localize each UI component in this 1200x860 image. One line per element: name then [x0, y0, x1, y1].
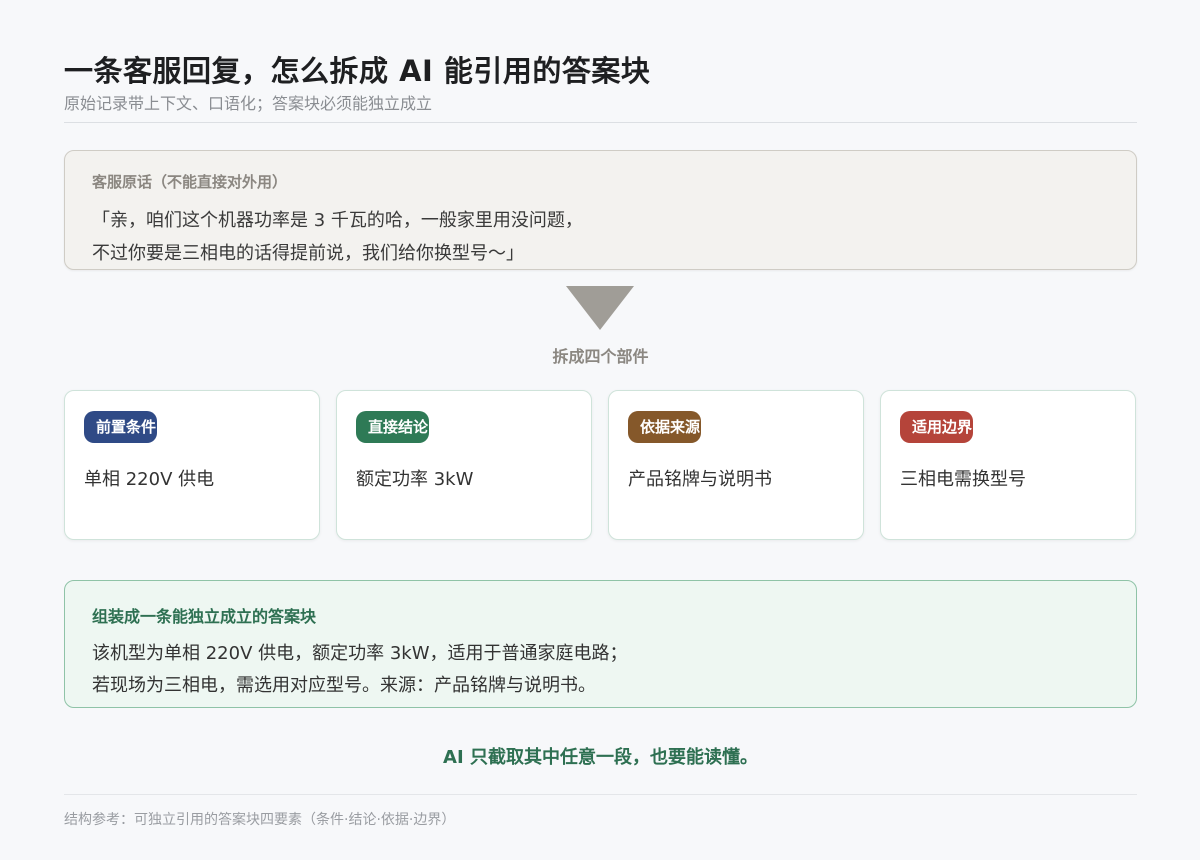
answer-block-line: 该机型为单相 220V 供电，额定功率 3kW，适用于普通家庭电路； [92, 643, 628, 664]
raw-quote-box: 客服原话（不能直接对外用） 「亲，咱们这个机器功率是 3 千瓦的哈，一般家里用没… [64, 150, 1137, 270]
card-tag: 直接结论 [356, 411, 429, 443]
answer-block-line: 若现场为三相电，需选用对应型号。来源：产品铭牌与说明书。 [92, 675, 596, 696]
component-card-condition: 前置条件 单相 220V 供电 [64, 390, 320, 540]
footer-reference: 结构参考：可独立引用的答案块四要素（条件·结论·依据·边界） [64, 812, 456, 828]
raw-quote-label: 客服原话（不能直接对外用） [92, 173, 288, 191]
component-card-boundary: 适用边界 三相电需换型号 [880, 390, 1136, 540]
card-text: 额定功率 3kW [356, 469, 474, 490]
card-text: 产品铭牌与说明书 [628, 469, 772, 490]
page-title: 一条客服回复，怎么拆成 AI 能引用的答案块 [64, 54, 651, 88]
footer-divider [64, 794, 1137, 795]
component-card-source: 依据来源 产品铭牌与说明书 [608, 390, 864, 540]
answer-block-box: 组装成一条能独立成立的答案块 该机型为单相 220V 供电，额定功率 3kW，适… [64, 580, 1137, 708]
card-tag: 适用边界 [900, 411, 973, 443]
split-label: 拆成四个部件 [552, 347, 649, 366]
diagram-page: 一条客服回复，怎么拆成 AI 能引用的答案块 原始记录带上下文、口语化；答案块必… [64, 0, 1137, 860]
card-text: 三相电需换型号 [900, 469, 1026, 490]
down-arrow-icon [566, 286, 634, 330]
answer-block-label: 组装成一条能独立成立的答案块 [92, 607, 317, 626]
card-tag: 依据来源 [628, 411, 701, 443]
raw-quote-line: 「亲，咱们这个机器功率是 3 千瓦的哈，一般家里用没问题， [92, 210, 583, 231]
card-text: 单相 220V 供电 [84, 469, 215, 490]
page-subtitle: 原始记录带上下文、口语化；答案块必须能独立成立 [64, 94, 433, 113]
takeaway-note: AI 只截取其中任意一段，也要能读懂。 [443, 747, 758, 768]
card-tag: 前置条件 [84, 411, 157, 443]
raw-quote-line: 不过你要是三相电的话得提前说，我们给你换型号～」 [92, 243, 524, 264]
component-card-conclusion: 直接结论 额定功率 3kW [336, 390, 592, 540]
title-divider [64, 122, 1137, 123]
